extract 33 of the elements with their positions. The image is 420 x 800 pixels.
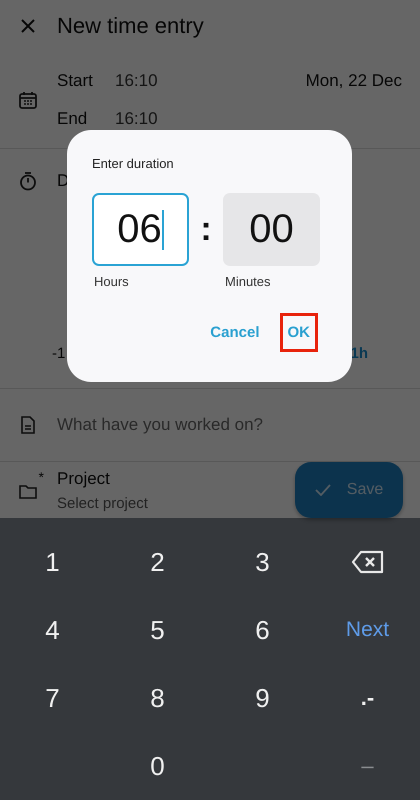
colon-separator: : (199, 209, 213, 250)
digit-key[interactable]: 4 (0, 596, 105, 664)
digit-key[interactable]: 8 (105, 664, 210, 732)
folder-icon (18, 482, 38, 502)
minutes-field[interactable]: 00 (223, 193, 320, 266)
digit-key[interactable]: 9 (210, 664, 315, 732)
hours-label: Hours (93, 274, 130, 289)
decrease-chip[interactable]: -1 (52, 344, 66, 362)
digit-key[interactable]: 1 (0, 528, 105, 596)
digit-key[interactable]: 2 (105, 528, 210, 596)
document-icon (18, 414, 38, 435)
digit-key[interactable]: 5 (105, 596, 210, 664)
start-label: Start (57, 71, 94, 92)
calendar-icon (18, 90, 38, 110)
dialog-title: Enter duration (92, 156, 175, 171)
backspace-icon (350, 550, 384, 574)
digit-key[interactable]: 6 (210, 596, 315, 664)
minutes-label: Minutes (224, 274, 272, 289)
stopwatch-icon (18, 170, 38, 191)
required-mark: * (38, 472, 44, 482)
end-label: End (57, 109, 88, 130)
next-key[interactable]: Next (315, 596, 420, 664)
dash-key[interactable]: – (315, 732, 420, 800)
check-icon (314, 484, 331, 496)
digit-key[interactable]: 0 (105, 732, 210, 800)
start-date[interactable]: Mon, 22 Dec (306, 71, 402, 92)
hours-field[interactable]: 06 (92, 193, 189, 266)
project-label[interactable]: Project (57, 468, 276, 488)
symbol-key[interactable]: .- (315, 664, 420, 732)
screen-title: New time entry (57, 13, 204, 40)
digit-key[interactable]: 7 (0, 664, 105, 732)
digit-key[interactable]: 3 (210, 528, 315, 596)
close-icon[interactable] (20, 18, 36, 34)
